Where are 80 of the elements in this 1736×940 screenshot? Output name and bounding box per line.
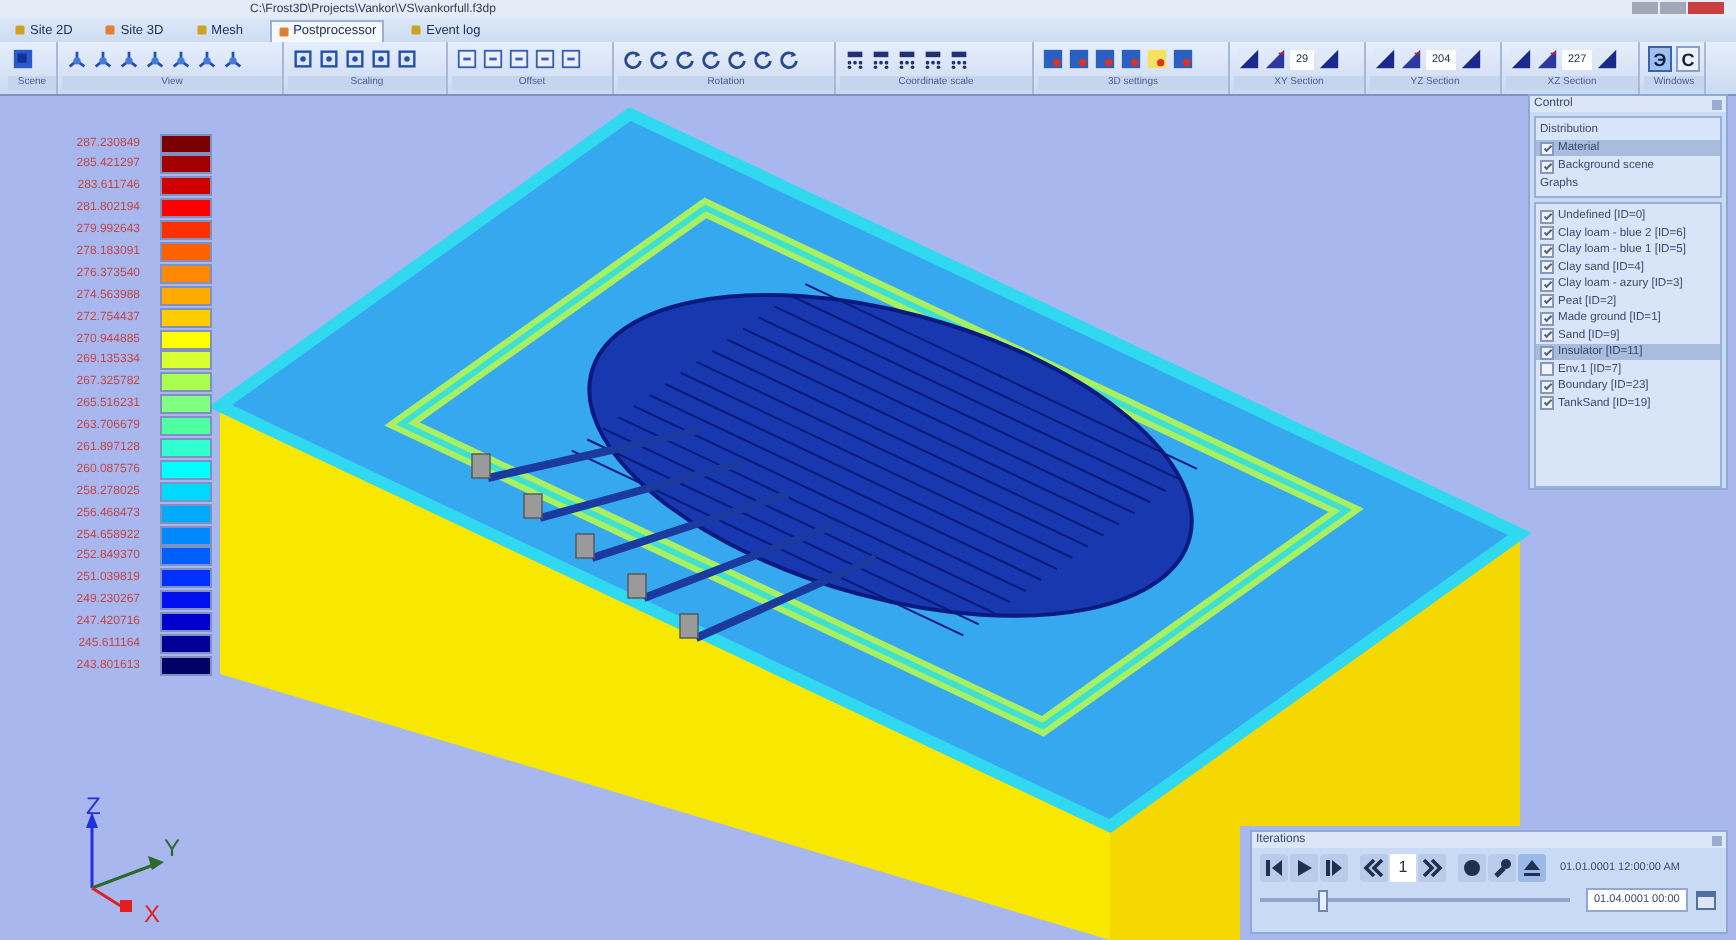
axis-label: Y xyxy=(164,834,181,862)
rotate-icon[interactable] xyxy=(674,48,696,70)
rotate-icon[interactable] xyxy=(622,48,644,70)
tab-icon xyxy=(195,24,208,36)
section-icon[interactable] xyxy=(1460,48,1483,70)
offset-icon[interactable] xyxy=(482,48,504,70)
axes-icon[interactable] xyxy=(66,48,88,70)
scene-icon[interactable] xyxy=(1172,48,1194,70)
rotate-icon[interactable] xyxy=(648,48,670,70)
axis-label: X xyxy=(144,900,161,928)
calendar-icon[interactable] xyxy=(1695,890,1716,910)
section-icon[interactable] xyxy=(1238,48,1260,70)
tab-icon xyxy=(410,24,423,36)
axes-icon[interactable] xyxy=(92,48,114,70)
rotate-icon[interactable] xyxy=(752,48,774,70)
checkbox[interactable] xyxy=(1540,209,1554,223)
dots-icon[interactable] xyxy=(948,48,970,70)
axes-icon[interactable] xyxy=(170,48,192,70)
offset-icon[interactable] xyxy=(508,48,530,70)
frame-icon[interactable] xyxy=(292,48,314,70)
window-layout-button[interactable]: Э xyxy=(1648,46,1672,72)
frame-icon[interactable] xyxy=(344,48,366,70)
scene-icon[interactable] xyxy=(1094,48,1116,70)
axes-icon[interactable] xyxy=(118,48,140,70)
cube-icon[interactable] xyxy=(12,48,34,70)
checkbox[interactable] xyxy=(1540,260,1554,274)
checkbox[interactable] xyxy=(1540,311,1554,325)
fast-forward-icon[interactable] xyxy=(1418,854,1446,882)
offset-icon[interactable] xyxy=(456,48,478,70)
wrench-icon[interactable] xyxy=(1488,854,1516,882)
rewind-icon[interactable] xyxy=(1360,854,1388,882)
step-forward-icon[interactable] xyxy=(1320,854,1348,882)
rotate-icon[interactable] xyxy=(700,48,722,70)
checkbox[interactable] xyxy=(1540,362,1554,376)
offset-icon[interactable] xyxy=(534,48,556,70)
section-icon[interactable] xyxy=(1510,48,1532,70)
section-icon[interactable] xyxy=(1264,48,1286,70)
dots-icon[interactable] xyxy=(844,48,866,70)
dots-icon[interactable] xyxy=(896,48,918,70)
dots-icon[interactable] xyxy=(870,48,892,70)
eject-icon[interactable] xyxy=(1518,854,1546,882)
slider-thumb[interactable] xyxy=(1318,889,1328,911)
axes-icon[interactable] xyxy=(196,48,218,70)
checkbox[interactable] xyxy=(1540,379,1554,393)
section-icon[interactable] xyxy=(1536,48,1558,70)
axis-label: Z xyxy=(86,792,101,820)
dots-icon[interactable] xyxy=(922,48,944,70)
section-icon[interactable] xyxy=(1374,48,1396,70)
frame-icon[interactable] xyxy=(370,48,392,70)
section-icon[interactable] xyxy=(1596,48,1619,70)
checkbox[interactable] xyxy=(1540,226,1554,240)
frame-icon[interactable] xyxy=(318,48,340,70)
checkbox[interactable] xyxy=(1540,159,1554,173)
window-layout-button[interactable]: C xyxy=(1676,46,1700,72)
step-back-icon[interactable] xyxy=(1260,854,1288,882)
offset-icon[interactable] xyxy=(560,48,582,70)
checkbox[interactable] xyxy=(1540,277,1554,291)
checkbox[interactable] xyxy=(1540,243,1554,257)
checkbox[interactable] xyxy=(1540,345,1554,359)
scene-icon[interactable] xyxy=(1042,48,1064,70)
axes-icon[interactable] xyxy=(144,48,166,70)
checkbox[interactable] xyxy=(1540,294,1554,308)
checkbox[interactable] xyxy=(1540,328,1554,342)
rotate-icon[interactable] xyxy=(778,48,800,70)
tab-icon xyxy=(14,24,26,36)
scene-icon[interactable] xyxy=(1068,48,1090,70)
section-icon[interactable] xyxy=(1400,48,1422,70)
rotate-icon[interactable] xyxy=(726,48,748,70)
tab-icon xyxy=(104,24,117,36)
record-icon[interactable] xyxy=(1458,854,1486,882)
checkbox[interactable] xyxy=(1540,396,1554,410)
scene-icon[interactable] xyxy=(1146,48,1168,70)
section-icon[interactable] xyxy=(1318,48,1341,70)
frame-icon[interactable] xyxy=(396,48,418,70)
tab-icon xyxy=(277,25,290,37)
play-icon[interactable] xyxy=(1290,854,1318,882)
axes-icon[interactable] xyxy=(222,48,244,70)
step-field[interactable]: 1 xyxy=(1390,854,1416,882)
checkbox[interactable] xyxy=(1540,141,1554,155)
scene-icon[interactable] xyxy=(1120,48,1142,70)
